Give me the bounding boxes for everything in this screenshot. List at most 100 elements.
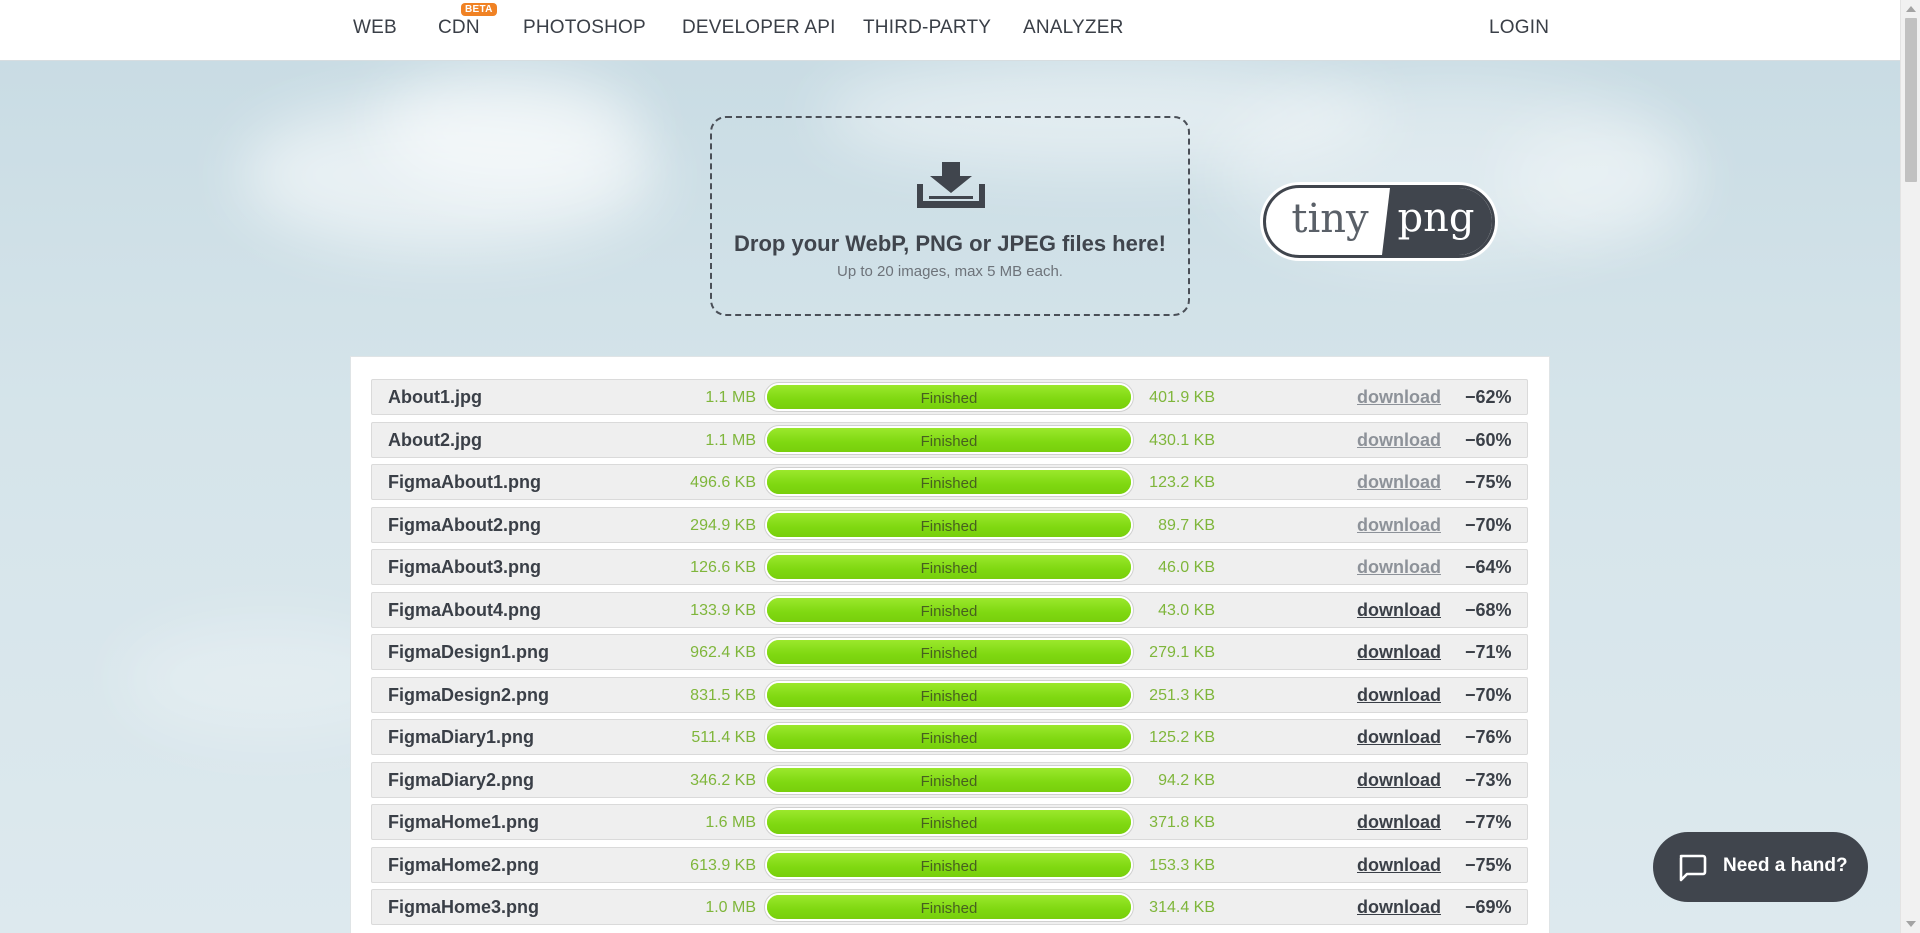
compressed-size: 251.3 KB (1149, 686, 1215, 704)
progress-bar: Finished (765, 595, 1133, 624)
dropzone-title: Drop your WebP, PNG or JPEG files here! (734, 231, 1166, 256)
nav-developer-api[interactable]: DEVELOPER API (682, 17, 836, 39)
logo-text-png: png (1382, 188, 1492, 255)
download-link[interactable]: download (1357, 387, 1441, 408)
download-link[interactable]: download (1357, 897, 1441, 918)
progress-bar: Finished (765, 893, 1133, 921)
beta-badge: BETA (461, 3, 497, 16)
help-chat-button[interactable]: Need a hand? (1653, 832, 1868, 902)
nav-web[interactable]: WEB (353, 17, 397, 39)
file-row: FigmaDesign2.png 831.5 KB Finished 251.3 KB… (371, 676, 1528, 713)
nav-photoshop[interactable]: PHOTOSHOP (523, 17, 646, 39)
savings-percent: −76% (1465, 727, 1512, 747)
original-size: 126.6 KB (690, 559, 756, 576)
original-size: 1.6 MB (705, 814, 756, 831)
savings-percent: −75% (1465, 854, 1512, 875)
file-name: FigmaDiary2.png (388, 769, 535, 790)
login-link[interactable]: LOGIN (1489, 17, 1549, 39)
file-row: FigmaHome1.png 1.6 MB Finished 371.8 KB down… (371, 804, 1528, 840)
savings-percent: −64% (1465, 557, 1512, 577)
progress-bar: Finished (765, 425, 1133, 454)
original-size: 1.1 MB (705, 431, 756, 449)
progress-bar: Finished (765, 765, 1133, 794)
original-size: 511.4 KB (691, 729, 756, 746)
scroll-thumb[interactable] (1905, 18, 1917, 182)
results-panel: About1.jpg 1.1 MB Finished 401.9 KB download… (350, 356, 1550, 933)
file-row: About1.jpg 1.1 MB Finished 401.9 KB download… (371, 379, 1528, 415)
file-name: FigmaHome2.png (388, 854, 540, 875)
tinypng-logo[interactable]: tiny png (1263, 185, 1495, 258)
download-tray-icon (917, 162, 985, 208)
original-size: 346.2 KB (690, 771, 756, 789)
progress-bar: Finished (765, 723, 1133, 751)
progress-bar: Finished (765, 553, 1133, 581)
file-name: FigmaHome1.png (388, 812, 540, 832)
progress-status: Finished (920, 560, 978, 577)
nav-cdn[interactable]: CDN (438, 17, 480, 39)
progress-status: Finished (920, 432, 978, 450)
compressed-size: 371.8 KB (1149, 814, 1215, 831)
compressed-size: 43.0 KB (1158, 601, 1215, 619)
download-link[interactable]: download (1357, 515, 1441, 536)
savings-percent: −69% (1465, 897, 1512, 917)
progress-status: Finished (920, 857, 978, 875)
compressed-size: 123.2 KB (1149, 474, 1215, 491)
savings-percent: −71% (1465, 642, 1512, 662)
file-name: FigmaDiary1.png (388, 727, 535, 747)
file-name: FigmaHome3.png (388, 897, 540, 917)
original-size: 133.9 KB (690, 601, 756, 619)
download-link[interactable]: download (1357, 642, 1441, 663)
savings-percent: −62% (1465, 387, 1512, 407)
savings-percent: −73% (1465, 769, 1512, 790)
download-link[interactable]: download (1357, 600, 1441, 621)
progress-status: Finished (920, 517, 978, 535)
download-link[interactable]: download (1357, 855, 1441, 876)
savings-percent: −70% (1465, 684, 1512, 705)
progress-bar: Finished (765, 808, 1133, 836)
file-name: About1.jpg (388, 387, 482, 407)
scroll-down-arrow-icon[interactable] (1906, 921, 1916, 927)
chat-bubble-icon (1679, 854, 1707, 882)
progress-bar: Finished (765, 383, 1133, 411)
compressed-size: 430.1 KB (1149, 431, 1215, 449)
download-link[interactable]: download (1357, 557, 1441, 578)
savings-percent: −60% (1465, 429, 1512, 450)
file-row: FigmaAbout2.png 294.9 KB Finished 89.7 KB do… (371, 506, 1528, 543)
progress-bar: Finished (765, 468, 1133, 496)
download-link[interactable]: download (1357, 685, 1441, 706)
original-size: 1.0 MB (705, 899, 756, 916)
file-name: FigmaAbout4.png (388, 599, 541, 620)
file-drop-zone[interactable]: Drop your WebP, PNG or JPEG files here! … (710, 116, 1190, 316)
original-size: 1.1 MB (705, 389, 756, 406)
compressed-size: 153.3 KB (1149, 856, 1215, 874)
download-link[interactable]: download (1357, 727, 1441, 748)
progress-status: Finished (920, 475, 978, 492)
file-row: FigmaHome3.png 1.0 MB Finished 314.4 KB down… (371, 889, 1528, 925)
scroll-up-arrow-icon[interactable] (1906, 6, 1916, 12)
nav-analyzer[interactable]: ANALYZER (1023, 17, 1124, 39)
original-size: 613.9 KB (690, 856, 756, 874)
nav-third-party[interactable]: THIRD-PARTY (863, 17, 991, 39)
file-row: About2.jpg 1.1 MB Finished 430.1 KB download… (371, 421, 1528, 458)
page-scrollbar[interactable] (1900, 0, 1920, 933)
download-link[interactable]: download (1357, 430, 1441, 451)
progress-status: Finished (920, 687, 978, 705)
file-row: FigmaDiary1.png 511.4 KB Finished 125.2 KB d… (371, 719, 1528, 755)
savings-percent: −70% (1465, 514, 1512, 535)
file-row: FigmaAbout1.png 496.6 KB Finished 123.2 KB d… (371, 464, 1528, 500)
file-row: FigmaHome2.png 613.9 KB Finished 153.3 KB do… (371, 846, 1528, 883)
file-row: FigmaDiary2.png 346.2 KB Finished 94.2 KB do… (371, 761, 1528, 798)
file-name: FigmaAbout3.png (388, 557, 541, 577)
download-link[interactable]: download (1357, 770, 1441, 791)
progress-bar: Finished (765, 510, 1133, 539)
progress-status: Finished (920, 772, 978, 790)
download-link[interactable]: download (1357, 472, 1441, 493)
file-name: FigmaAbout1.png (388, 472, 541, 492)
file-name: FigmaAbout2.png (388, 514, 541, 535)
cloud (1500, 120, 1700, 240)
file-name: FigmaDesign2.png (388, 684, 550, 705)
original-size: 496.6 KB (690, 474, 756, 491)
file-row: FigmaDesign1.png 962.4 KB Finished 279.1 KB… (371, 634, 1528, 670)
progress-status: Finished (920, 900, 978, 917)
download-link[interactable]: download (1357, 812, 1441, 833)
